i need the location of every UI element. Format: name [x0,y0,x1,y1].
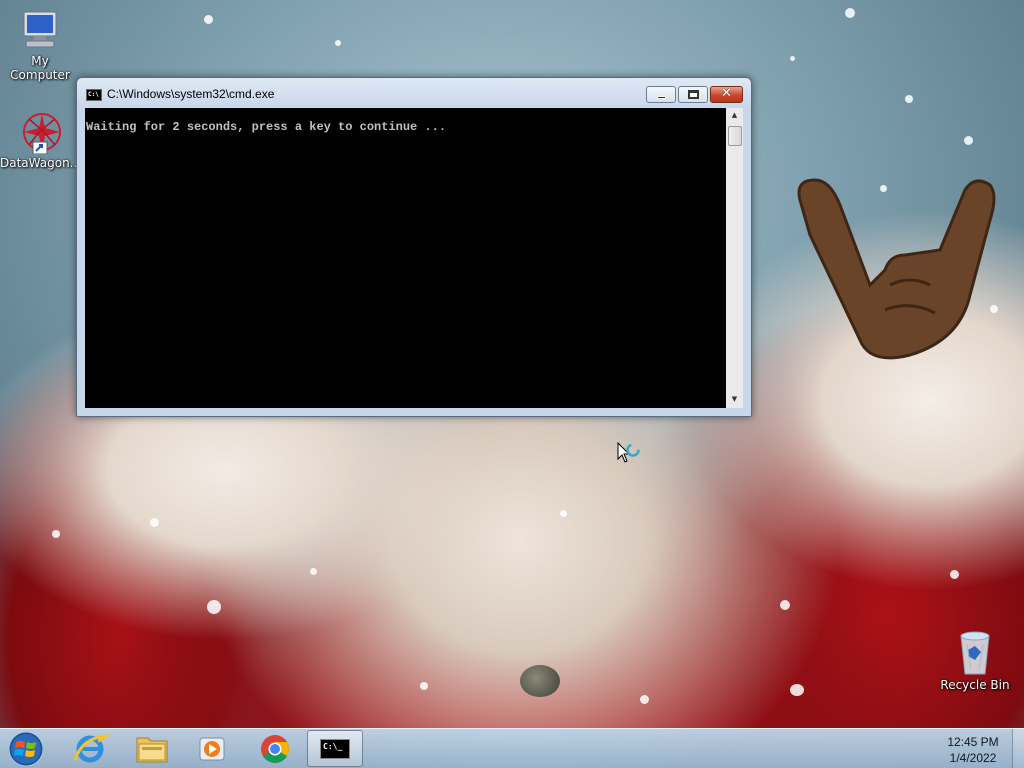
snowflake [150,518,159,527]
snowflake [310,568,317,575]
console-text: Waiting for 2 seconds, press a key to co… [86,120,447,134]
busy-cursor-icon [617,442,640,463]
my-computer-icon [23,11,57,48]
window-title: C:\Windows\system32\cmd.exe [107,87,275,101]
scroll-thumb[interactable] [728,126,742,146]
chrome-icon [261,735,289,763]
desktop-icon-label: DataWagon... [0,156,82,170]
vertical-scrollbar[interactable]: ▲ ▼ [726,108,743,408]
desktop-icon-label: My Computer [10,54,70,82]
snowflake [780,600,790,610]
recycle-bin-icon [960,631,990,675]
clock-time: 12:45 PM [947,735,999,749]
glove-image [797,178,996,360]
minimize-button[interactable] [646,86,676,103]
maximize-button[interactable] [678,86,708,103]
close-icon: ✕ [721,86,732,101]
snowflake [950,570,959,579]
snowflake [335,40,341,46]
clock-date: 1/4/2022 [949,751,997,765]
snowflake [964,136,973,145]
desktop-wallpaper: My Computer DataWagon... Recycle Bin C:\… [0,0,1024,768]
desktop-icon-datawagon[interactable]: DataWagon... [0,110,82,170]
snowflake [790,684,804,696]
desktop-icon-label: Recycle Bin [940,678,1010,692]
datawagon-shortcut-icon [23,113,61,154]
scroll-up-arrow-icon[interactable]: ▲ [726,108,743,123]
media-player-icon [199,737,225,761]
snowflake [790,56,795,61]
taskbar-media-player[interactable] [184,730,240,767]
cmd-icon: C:\ [86,89,102,101]
cmd-window[interactable]: C:\ C:\Windows\system32\cmd.exe ✕ Waitin… [76,77,752,417]
desktop-icon-recycle-bin[interactable]: Recycle Bin [935,630,1015,692]
taskbar-file-explorer[interactable] [124,730,180,767]
close-button[interactable]: ✕ [710,86,743,103]
snowflake [204,15,213,24]
snowflake [52,530,60,538]
folder-icon [136,737,168,763]
desktop-icon-my-computer[interactable]: My Computer [0,10,80,82]
scroll-down-arrow-icon[interactable]: ▼ [726,392,743,407]
internet-explorer-icon [73,734,110,763]
window-titlebar[interactable]: C:\ C:\Windows\system32\cmd.exe ✕ [77,78,751,108]
show-desktop-button[interactable] [1012,729,1024,768]
taskbar-internet-explorer[interactable] [62,730,118,767]
snowflake [845,8,855,18]
maximize-icon [688,90,699,99]
windows-logo-icon [8,731,44,767]
snowflake [560,510,567,517]
minimize-icon [657,96,666,99]
system-clock[interactable]: 12:45 PM 1/4/2022 [930,734,1016,766]
snowflake [905,95,913,103]
taskbar-command-prompt[interactable]: C:\_ [307,730,363,767]
taskbar-chrome[interactable] [247,730,303,767]
start-button[interactable] [6,731,46,767]
cmd-icon: C:\_ [320,739,350,759]
taskbar: C:\_ 12:45 PM 1/4/2022 [0,728,1024,768]
snowflake [420,682,428,690]
console-output-area[interactable]: Waiting for 2 seconds, press a key to co… [85,108,726,408]
snowflake [640,695,649,704]
coat-button [520,665,560,697]
snowflake [207,600,221,614]
